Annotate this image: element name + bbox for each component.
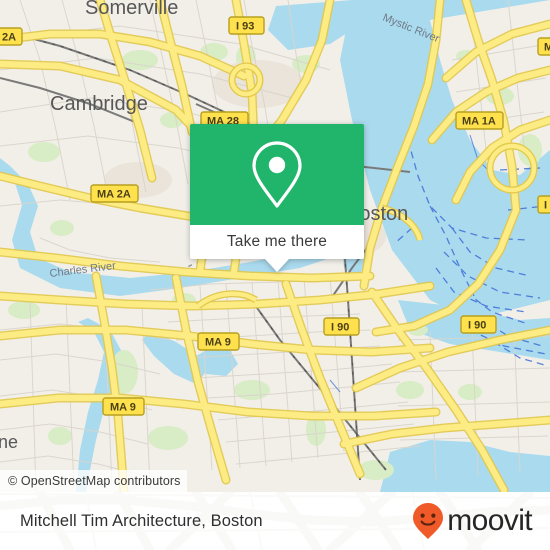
svg-text:2A: 2A (2, 32, 16, 44)
svg-text:I 90: I 90 (331, 322, 349, 334)
moovit-logo[interactable]: moovit (411, 501, 533, 541)
svg-text:MA 1A: MA 1A (462, 116, 496, 128)
map-popup-card[interactable]: Take me there (190, 124, 364, 272)
map-attribution: © OpenStreetMap contributors (0, 470, 187, 492)
svg-text:MA: MA (544, 42, 550, 54)
svg-text:MA 9: MA 9 (110, 402, 136, 414)
place-name-label: Mitchell Tim Architecture, Boston (20, 511, 263, 530)
route-shield-i90-west: I 90 (323, 317, 360, 336)
moovit-wordmark: moovit (447, 504, 532, 537)
moovit-map-screen: Somerville Cambridge Boston line Mystic … (0, 0, 550, 550)
moovit-pin-icon (413, 503, 444, 539)
map-label-somerville: Somerville (85, 0, 178, 19)
svg-text:I 9: I 9 (544, 200, 550, 212)
popup-header (190, 124, 364, 225)
route-shield-i93: I 93 (228, 16, 265, 35)
map-label-brookline: line (0, 432, 18, 452)
svg-text:MA 2A: MA 2A (97, 189, 131, 201)
bottom-info-bar: Mitchell Tim Architecture, Boston moovit (0, 492, 550, 550)
attribution-text: © OpenStreetMap contributors (8, 474, 181, 488)
map-pin-icon (252, 140, 302, 208)
route-shield-right-edge-upper: MA (537, 37, 550, 56)
route-shield-ma1a: MA 1A (455, 111, 504, 130)
route-shield-ma9-upper: MA 9 (197, 332, 240, 351)
route-shield-2a: 2A (0, 27, 23, 46)
route-shield-ma9-lower: MA 9 (102, 397, 145, 416)
svg-text:I 93: I 93 (236, 21, 254, 33)
popup-tail-pointer (265, 259, 289, 272)
svg-text:I 90: I 90 (468, 320, 486, 332)
popup-footer[interactable]: Take me there (190, 225, 364, 272)
route-shield-i90-east: I 90 (460, 315, 497, 334)
map-label-cambridge: Cambridge (50, 93, 148, 115)
svg-text:MA 9: MA 9 (205, 337, 231, 349)
route-shield-ma2a: MA 2A (90, 184, 139, 203)
take-me-there-label: Take me there (226, 233, 328, 250)
route-shield-right-edge-lower: I 9 (537, 195, 550, 214)
